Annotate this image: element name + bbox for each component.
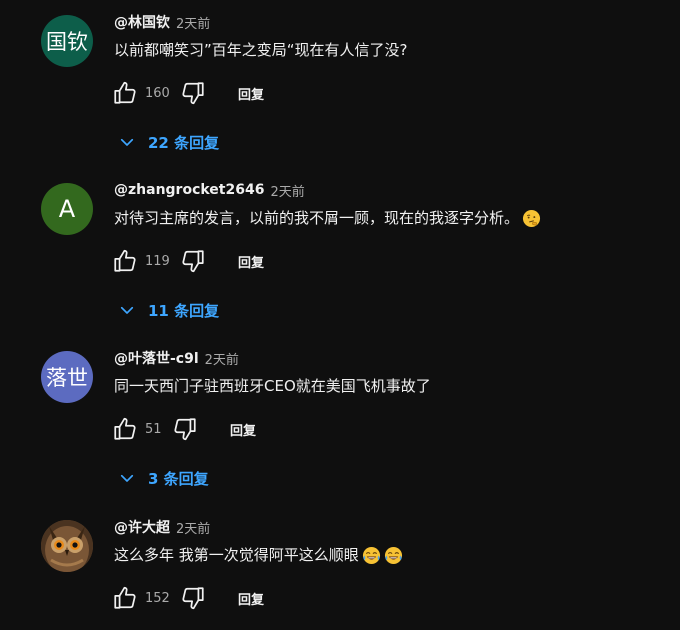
owl-avatar-image <box>41 520 93 572</box>
dislike-button[interactable] <box>170 414 200 444</box>
tears-of-joy-emoji <box>384 546 402 564</box>
dislike-button[interactable] <box>178 246 208 276</box>
chevron-down-icon <box>120 138 134 146</box>
view-replies-button[interactable]: 3 条回复 <box>110 460 217 496</box>
timestamp[interactable]: 2天前 <box>176 518 210 537</box>
dislike-button[interactable] <box>178 78 208 108</box>
comment-actions: 152 回复 <box>110 580 264 616</box>
avatar[interactable]: 国钦 <box>41 15 93 67</box>
author-name[interactable]: @叶落世-c9l <box>114 348 199 368</box>
avatar-text: A <box>58 195 76 223</box>
replies-label: 22 条回复 <box>148 133 220 152</box>
tears-of-joy-emoji <box>362 546 380 564</box>
comment-actions: 160 回复 <box>110 75 264 111</box>
comment-header: @zhangrocket2646 2天前 <box>114 180 305 200</box>
avatar-text: 落世 <box>46 366 88 390</box>
chevron-down-icon <box>120 306 134 314</box>
thumb-down-icon <box>182 250 204 273</box>
replies-label: 11 条回复 <box>148 301 220 320</box>
thumb-up-icon <box>114 586 136 609</box>
reply-button[interactable]: 回复 <box>230 420 256 439</box>
author-name[interactable]: @林国钦 <box>114 12 170 32</box>
comment-text: 同一天西门子驻西班牙CEO就在美国飞机事故了 <box>114 377 431 395</box>
chevron-down-icon <box>120 474 134 482</box>
reply-button[interactable]: 回复 <box>238 84 264 103</box>
thumb-down-icon <box>182 82 204 105</box>
timestamp[interactable]: 2天前 <box>270 181 304 200</box>
view-replies-button[interactable]: 22 条回复 <box>110 124 227 160</box>
comment-text: 对待习主席的发言，以前的我不屑一顾，现在的我逐字分析。 <box>114 209 520 227</box>
avatar[interactable] <box>41 520 93 572</box>
thinking-face-emoji <box>522 209 541 227</box>
comment-header: @林国钦 2天前 <box>114 12 210 32</box>
like-count: 51 <box>145 421 162 437</box>
author-name[interactable]: @许大超 <box>114 517 170 537</box>
comment-text-row: 对待习主席的发言，以前的我不屑一顾，现在的我逐字分析。 <box>114 207 541 229</box>
thumb-down-icon <box>174 418 196 441</box>
like-count: 152 <box>145 590 170 606</box>
thumb-up-icon <box>114 249 136 272</box>
comment-actions: 119 回复 <box>110 243 264 279</box>
thumb-up-icon <box>114 417 136 440</box>
view-replies-button[interactable]: 11 条回复 <box>110 292 227 328</box>
timestamp[interactable]: 2天前 <box>176 13 210 32</box>
avatar-text: 国钦 <box>46 30 88 54</box>
comment-header: @许大超 2天前 <box>114 517 210 537</box>
thumb-down-icon <box>182 587 204 610</box>
thumb-up-icon <box>114 81 136 104</box>
like-button[interactable] <box>110 583 140 613</box>
comment-text: 以前都嘲笑习”百年之变局“现在有人信了没? <box>114 41 408 59</box>
replies-label: 3 条回复 <box>148 469 209 488</box>
like-button[interactable] <box>110 246 140 276</box>
author-name[interactable]: @zhangrocket2646 <box>114 182 264 198</box>
timestamp[interactable]: 2天前 <box>205 349 239 368</box>
like-count: 119 <box>145 253 170 269</box>
dislike-button[interactable] <box>178 583 208 613</box>
reply-button[interactable]: 回复 <box>238 589 264 608</box>
avatar[interactable]: 落世 <box>41 351 93 403</box>
comment-actions: 51 回复 <box>110 411 256 447</box>
comment-header: @叶落世-c9l 2天前 <box>114 348 239 368</box>
comment-text: 这么多年 我第一次觉得阿平这么顺眼 <box>114 546 359 564</box>
like-button[interactable] <box>110 78 140 108</box>
like-count: 160 <box>145 85 170 101</box>
avatar[interactable]: A <box>41 183 93 235</box>
comment-text-row: 这么多年 我第一次觉得阿平这么顺眼 <box>114 544 403 566</box>
reply-button[interactable]: 回复 <box>238 252 264 271</box>
like-button[interactable] <box>110 414 140 444</box>
